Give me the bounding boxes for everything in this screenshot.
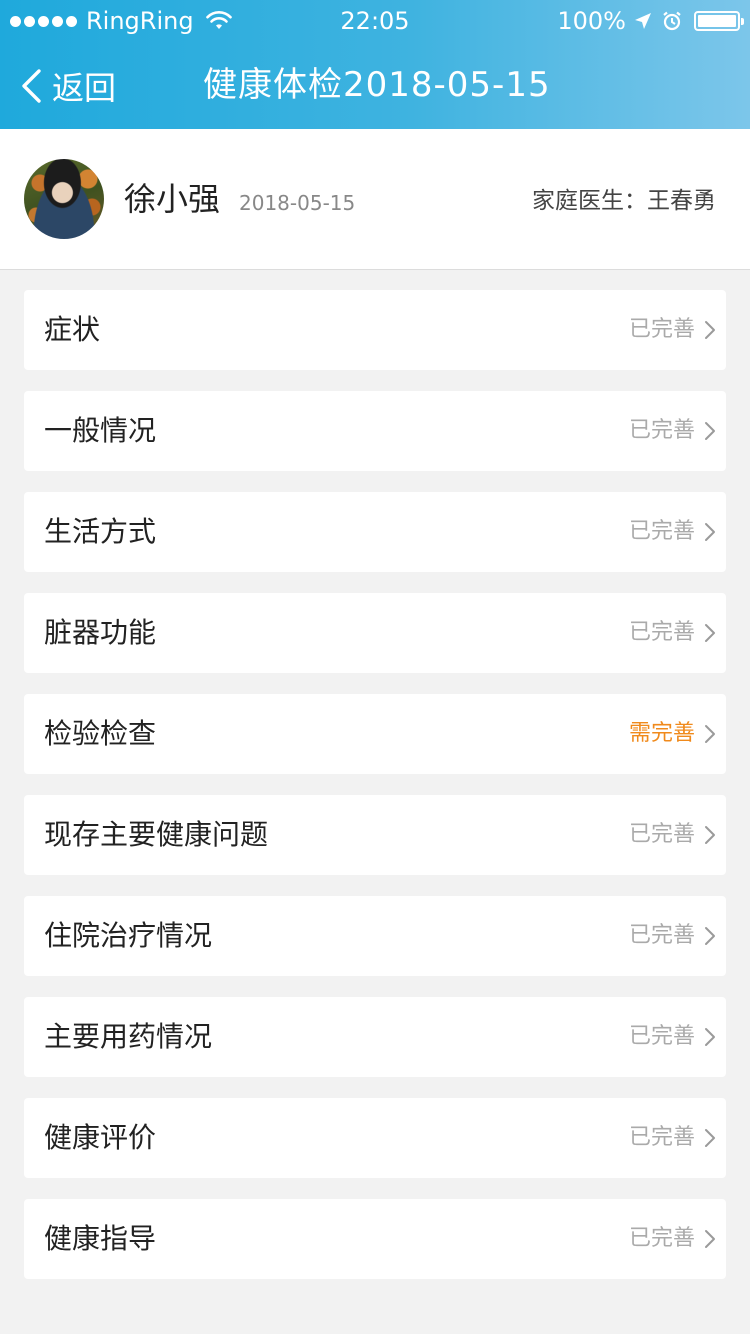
status-badge: 已完善 bbox=[628, 519, 695, 544]
list-item[interactable]: 症状 已完善 bbox=[24, 290, 726, 370]
list-item-label: 主要用药情况 bbox=[44, 1020, 213, 1053]
list-item-label: 生活方式 bbox=[44, 515, 157, 548]
chevron-right-icon bbox=[705, 826, 715, 844]
chevron-right-icon bbox=[705, 422, 715, 440]
chevron-right-icon bbox=[705, 1028, 715, 1046]
list-item[interactable]: 住院治疗情况 已完善 bbox=[24, 896, 726, 976]
page-title: 健康体检2018-05-15 bbox=[203, 65, 551, 105]
battery-percentage: 100% bbox=[557, 7, 626, 35]
status-badge: 需完善 bbox=[628, 721, 695, 746]
nav-bar: 返回 健康体检2018-05-15 bbox=[0, 42, 750, 129]
list-item-label: 健康评价 bbox=[44, 1121, 157, 1154]
chevron-right-icon bbox=[705, 1129, 715, 1147]
list-item[interactable]: 健康评价 已完善 bbox=[24, 1098, 726, 1178]
status-badge: 已完善 bbox=[628, 317, 695, 342]
alarm-clock-icon bbox=[663, 11, 681, 31]
status-right: 100% bbox=[557, 0, 744, 42]
list-item[interactable]: 生活方式 已完善 bbox=[24, 492, 726, 572]
list-item-label: 住院治疗情况 bbox=[44, 919, 213, 952]
chevron-right-icon bbox=[705, 725, 715, 743]
list-item-label: 一般情况 bbox=[44, 414, 157, 447]
list-item[interactable]: 检验检查 需完善 bbox=[24, 694, 726, 774]
chevron-left-icon bbox=[22, 68, 41, 103]
user-name: 徐小强 bbox=[124, 180, 221, 218]
list-item-label: 检验检查 bbox=[44, 717, 157, 750]
status-badge: 已完善 bbox=[628, 1226, 695, 1251]
status-badge: 已完善 bbox=[628, 418, 695, 443]
back-label: 返回 bbox=[52, 68, 117, 107]
location-arrow-icon bbox=[635, 13, 651, 29]
list-item[interactable]: 一般情况 已完善 bbox=[24, 391, 726, 471]
checkup-section-list: 症状 已完善 一般情况 已完善 生活方式 已完善 脏器功能 已完善 检验检查 需完善 现存主要健康问… bbox=[24, 290, 726, 1300]
chevron-right-icon bbox=[705, 927, 715, 945]
status-badge: 已完善 bbox=[628, 822, 695, 847]
profile-card: 徐小强 2018-05-15 家庭医生：王春勇 bbox=[0, 129, 750, 270]
avatar bbox=[24, 159, 104, 239]
status-badge: 已完善 bbox=[628, 923, 695, 948]
battery-icon bbox=[694, 11, 744, 31]
chevron-right-icon bbox=[705, 523, 715, 541]
list-item-label: 脏器功能 bbox=[44, 616, 157, 649]
list-item-label: 症状 bbox=[44, 313, 101, 346]
chevron-right-icon bbox=[705, 1230, 715, 1248]
status-badge: 已完善 bbox=[628, 620, 695, 645]
list-item[interactable]: 健康指导 已完善 bbox=[24, 1199, 726, 1279]
status-badge: 已完善 bbox=[628, 1125, 695, 1150]
status-badge: 已完善 bbox=[628, 1024, 695, 1049]
list-item[interactable]: 主要用药情况 已完善 bbox=[24, 997, 726, 1077]
exam-date: 2018-05-15 bbox=[239, 191, 356, 215]
back-button[interactable]: 返回 bbox=[20, 42, 116, 129]
chevron-right-icon bbox=[705, 624, 715, 642]
list-item[interactable]: 现存主要健康问题 已完善 bbox=[24, 795, 726, 875]
list-item[interactable]: 脏器功能 已完善 bbox=[24, 593, 726, 673]
list-item-label: 健康指导 bbox=[44, 1222, 157, 1255]
chevron-right-icon bbox=[705, 321, 715, 339]
list-item-label: 现存主要健康问题 bbox=[44, 818, 269, 851]
family-doctor: 家庭医生：王春勇 bbox=[532, 188, 716, 214]
header: RingRing 22:05 100% 返回 健康体检2018-05-15 bbox=[0, 0, 750, 129]
status-bar: RingRing 22:05 100% bbox=[0, 0, 750, 42]
